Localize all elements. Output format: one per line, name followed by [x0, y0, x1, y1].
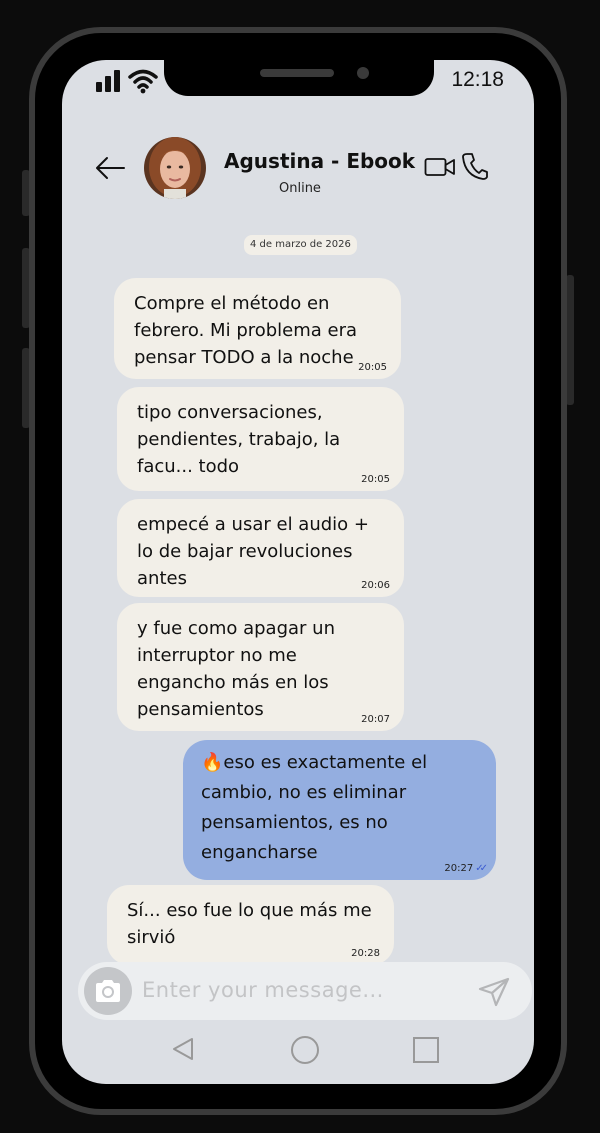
avatar[interactable]: [144, 137, 206, 199]
contact-name[interactable]: Agustina - Ebook: [224, 149, 415, 173]
message-text: tipo conversaciones, pendientes, trabajo…: [137, 402, 341, 477]
nav-recents-icon[interactable]: [413, 1037, 439, 1063]
message-bubble-incoming[interactable]: Compre el método en febrero. Mi problema…: [114, 278, 401, 379]
send-icon[interactable]: [478, 977, 510, 1007]
power-button: [566, 275, 574, 405]
arrow-left-icon[interactable]: [94, 155, 126, 181]
message-bubble-incoming[interactable]: Sí... eso fue lo que más me sirvió 20:28: [107, 885, 394, 965]
message-text: y fue como apagar un interruptor no me e…: [137, 618, 335, 720]
nav-back-icon[interactable]: [172, 1037, 194, 1061]
phone-call-icon[interactable]: [462, 152, 488, 180]
camera-icon: [96, 980, 120, 1002]
message-bubble-outgoing[interactable]: 🔥eso es exactamente el cambio, no es eli…: [183, 740, 496, 880]
signal-icon: [96, 70, 120, 92]
video-call-icon[interactable]: [424, 155, 456, 179]
status-time: 12:18: [451, 68, 504, 91]
message-time: 20:27 ✓✓: [444, 863, 488, 874]
message-text: empecé a usar el audio + lo de bajar rev…: [137, 514, 369, 589]
fire-emoji: 🔥: [201, 752, 224, 773]
notch: [164, 60, 434, 96]
message-input[interactable]: Enter your message...: [142, 978, 384, 1002]
message-bubble-incoming[interactable]: empecé a usar el audio + lo de bajar rev…: [117, 499, 404, 597]
message-bubble-incoming[interactable]: tipo conversaciones, pendientes, trabajo…: [117, 387, 404, 491]
message-bubble-incoming[interactable]: y fue como apagar un interruptor no me e…: [117, 603, 404, 731]
message-time: 20:28: [351, 948, 380, 959]
speaker-grille: [260, 69, 334, 77]
nav-home-icon[interactable]: [291, 1036, 319, 1064]
camera-button[interactable]: [84, 967, 132, 1015]
wifi-icon: [128, 69, 158, 94]
message-text: Sí... eso fue lo que más me sirvió: [127, 900, 372, 948]
phone-screen: 12:18 Agustina - Ebook Online 4 de marzo…: [62, 60, 534, 1084]
message-time: 20:05: [361, 474, 390, 485]
message-time: 20:05: [358, 362, 387, 373]
read-receipt-icon: ✓✓: [475, 863, 488, 874]
message-composer: Enter your message...: [78, 962, 532, 1020]
message-text: Compre el método en febrero. Mi problema…: [134, 293, 358, 368]
chat-header: Agustina - Ebook Online: [62, 135, 534, 205]
contact-status: Online: [279, 181, 321, 196]
date-chip: 4 de marzo de 2026: [244, 235, 357, 255]
message-text: eso es exactamente el cambio, no es elim…: [201, 752, 428, 863]
message-time: 20:07: [361, 714, 390, 725]
message-time: 20:06: [361, 580, 390, 591]
front-camera: [357, 67, 369, 79]
